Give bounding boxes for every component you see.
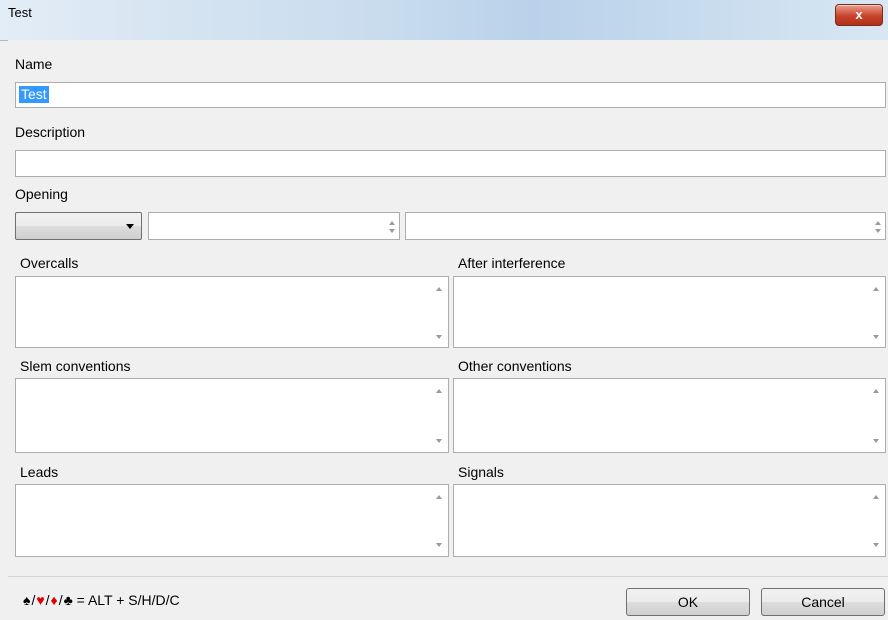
vertical-scrollbar[interactable] — [868, 485, 885, 556]
chevron-down-icon — [126, 224, 134, 229]
scroll-up-icon[interactable] — [873, 495, 879, 499]
other-conventions-label: Other conventions — [458, 358, 572, 374]
vertical-scrollbar[interactable] — [431, 379, 448, 452]
ok-button[interactable]: OK — [626, 588, 750, 616]
scroll-down-icon[interactable] — [436, 439, 442, 443]
name-input-value: Test — [19, 86, 49, 103]
vertical-scrollbar[interactable] — [868, 277, 885, 347]
window-title: Test — [8, 5, 32, 20]
scroll-down-icon[interactable] — [436, 543, 442, 547]
scroll-up-icon[interactable] — [436, 495, 442, 499]
scroll-down-icon[interactable] — [436, 335, 442, 339]
title-bar[interactable]: Test x — [0, 0, 888, 41]
scroll-down-icon[interactable] — [873, 543, 879, 547]
scroll-down-icon[interactable] — [873, 439, 879, 443]
scroll-up-icon[interactable] — [873, 389, 879, 393]
after-interference-textarea[interactable] — [453, 276, 886, 348]
scroll-up-icon[interactable] — [436, 389, 442, 393]
shortcut-text: = ALT + S/H/D/C — [76, 592, 180, 608]
scroll-up-icon[interactable] — [873, 287, 879, 291]
opening-field-1[interactable] — [148, 212, 400, 240]
scroll-down-icon[interactable] — [873, 335, 879, 339]
diamond-icon: ♦ — [50, 592, 58, 608]
vertical-scrollbar[interactable] — [868, 379, 885, 452]
footer-divider — [8, 576, 888, 577]
dialog-body: Name Test Description Opening Overcalls … — [8, 40, 888, 620]
after-interference-label: After interference — [458, 255, 566, 271]
spin-down-icon[interactable] — [875, 229, 881, 233]
opening-field-2[interactable] — [405, 212, 886, 240]
vertical-scrollbar[interactable] — [431, 277, 448, 347]
other-conventions-textarea[interactable] — [453, 378, 886, 453]
opening-label: Opening — [15, 186, 68, 202]
spin-down-icon[interactable] — [389, 229, 395, 233]
club-icon: ♣ — [63, 592, 73, 608]
name-input[interactable]: Test — [15, 82, 886, 108]
leads-label: Leads — [20, 464, 59, 480]
description-input[interactable] — [15, 150, 886, 177]
signals-label: Signals — [458, 464, 504, 480]
scroll-up-icon[interactable] — [436, 287, 442, 291]
slem-conventions-label: Slem conventions — [20, 358, 131, 374]
overcalls-textarea[interactable] — [15, 276, 449, 348]
vertical-scrollbar[interactable] — [431, 485, 448, 556]
leads-textarea[interactable] — [15, 484, 449, 557]
description-label: Description — [15, 124, 86, 140]
spin-up-icon[interactable] — [389, 221, 395, 225]
close-icon: x — [855, 7, 863, 22]
overcalls-label: Overcalls — [20, 255, 79, 271]
cancel-button[interactable]: Cancel — [761, 588, 885, 616]
heart-icon: ♥ — [36, 592, 45, 608]
spin-up-icon[interactable] — [875, 221, 881, 225]
suit-shortcut-legend: ♠/♥/♦/♣ = ALT + S/H/D/C — [23, 592, 180, 608]
opening-dropdown[interactable] — [15, 212, 142, 240]
signals-textarea[interactable] — [453, 484, 886, 557]
slem-conventions-textarea[interactable] — [15, 378, 449, 453]
close-button[interactable]: x — [835, 4, 883, 26]
name-label: Name — [15, 56, 53, 72]
